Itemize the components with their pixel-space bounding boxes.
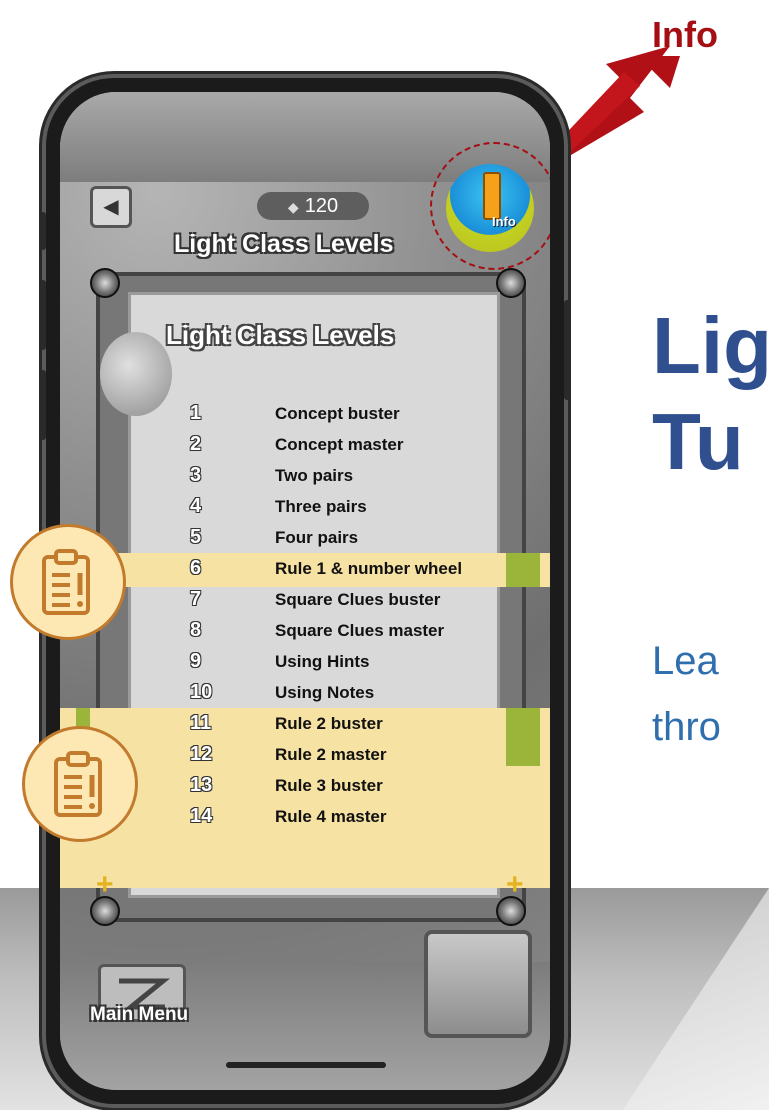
level-name: Concept buster <box>275 404 400 423</box>
phone-silent-switch <box>40 212 46 250</box>
level-number: 13 <box>190 774 213 796</box>
panel-title: Light Class Levels <box>166 320 395 350</box>
level-number: 5 <box>190 526 202 548</box>
clipboard-alert-badge <box>22 726 138 842</box>
main-menu-label[interactable]: Main Menu <box>90 1004 188 1026</box>
phone-volume-up <box>40 280 46 350</box>
level-row-highlighted[interactable]: 14 Rule 4 master <box>120 801 540 832</box>
levels-list: 1 Concept buster 2 Concept master 3 Two pai… <box>120 398 540 832</box>
level-row[interactable]: 8 Square Clues master <box>120 615 540 646</box>
tutorial-title-line2: Tu <box>652 397 744 486</box>
info-highlight-ring <box>430 142 550 270</box>
level-name: Concept master <box>275 435 404 454</box>
score-counter: ◆ 120 <box>257 192 369 220</box>
screen-title: Light Class Levels <box>174 230 394 258</box>
gem-icon: ◆ <box>287 199 299 215</box>
level-name: Rule 2 buster <box>275 714 383 733</box>
tutorial-title: Lig Tu <box>652 300 769 488</box>
level-row[interactable]: 1 Concept buster <box>120 398 540 429</box>
level-name: Four pairs <box>275 528 359 547</box>
level-number: 4 <box>190 495 202 517</box>
tutorial-title-line1: Lig <box>652 301 769 390</box>
level-row-highlighted[interactable]: 12 Rule 2 master <box>120 739 540 770</box>
level-number: 7 <box>190 588 202 610</box>
tutorial-subtitle-line1: Lea <box>652 639 719 683</box>
level-number: 6 <box>190 557 202 579</box>
level-name: Using Notes <box>275 683 375 702</box>
score-value: 120 <box>304 195 339 217</box>
level-row[interactable]: 9 Using Hints <box>120 646 540 677</box>
plus-icon: + <box>96 868 114 901</box>
level-row[interactable]: 2 Concept master <box>120 429 540 460</box>
bolt-icon <box>496 268 526 298</box>
level-row[interactable]: 7 Square Clues buster <box>120 584 540 615</box>
level-row[interactable]: 10 Using Notes <box>120 677 540 708</box>
level-row[interactable]: 4 Three pairs <box>120 491 540 522</box>
level-number: 12 <box>190 743 213 765</box>
clipboard-alert-badge <box>10 524 126 640</box>
level-name: Rule 3 buster <box>275 776 383 795</box>
bird-portrait-icon <box>424 930 532 1038</box>
level-number: 2 <box>190 433 202 455</box>
level-name: Two pairs <box>275 466 354 485</box>
bolt-icon <box>90 268 120 298</box>
level-number: 1 <box>190 402 202 424</box>
level-number: 3 <box>190 464 202 486</box>
back-button[interactable]: ◀ <box>90 186 132 228</box>
level-row[interactable]: 5 Four pairs <box>120 522 540 553</box>
game-screen: ◀ ◆ 120 Light Class Levels Info Light Cla… <box>60 92 550 1090</box>
level-row-highlighted[interactable]: 11 Rule 2 buster <box>120 708 540 739</box>
level-row[interactable]: 3 Two pairs <box>120 460 540 491</box>
level-name: Rule 1 & number wheel <box>275 559 463 578</box>
tutorial-subtitle-line2: thro <box>652 705 721 749</box>
level-number: 14 <box>190 805 213 827</box>
level-name: Square Clues master <box>275 621 445 640</box>
plus-icon: + <box>506 868 524 901</box>
phone-volume-down <box>40 370 46 440</box>
level-number: 11 <box>190 712 212 734</box>
level-row-highlighted[interactable]: 6 Rule 1 & number wheel <box>120 553 540 584</box>
level-name: Rule 4 master <box>275 807 387 826</box>
level-number: 10 <box>190 681 213 703</box>
level-number: 9 <box>190 650 202 672</box>
level-row-highlighted[interactable]: 13 Rule 3 buster <box>120 770 540 801</box>
tutorial-subtitle: Lea thro <box>652 628 721 760</box>
level-name: Using Hints <box>275 652 370 671</box>
level-name: Square Clues buster <box>275 590 441 609</box>
level-name: Three pairs <box>275 497 367 516</box>
level-name: Rule 2 master <box>275 745 387 764</box>
home-indicator <box>226 1062 386 1068</box>
clipboard-alert-icon <box>54 751 102 817</box>
back-arrow-icon: ◀ <box>103 196 119 218</box>
clipboard-alert-icon <box>42 549 90 615</box>
level-number: 8 <box>190 619 202 641</box>
phone-power-button <box>564 300 570 400</box>
